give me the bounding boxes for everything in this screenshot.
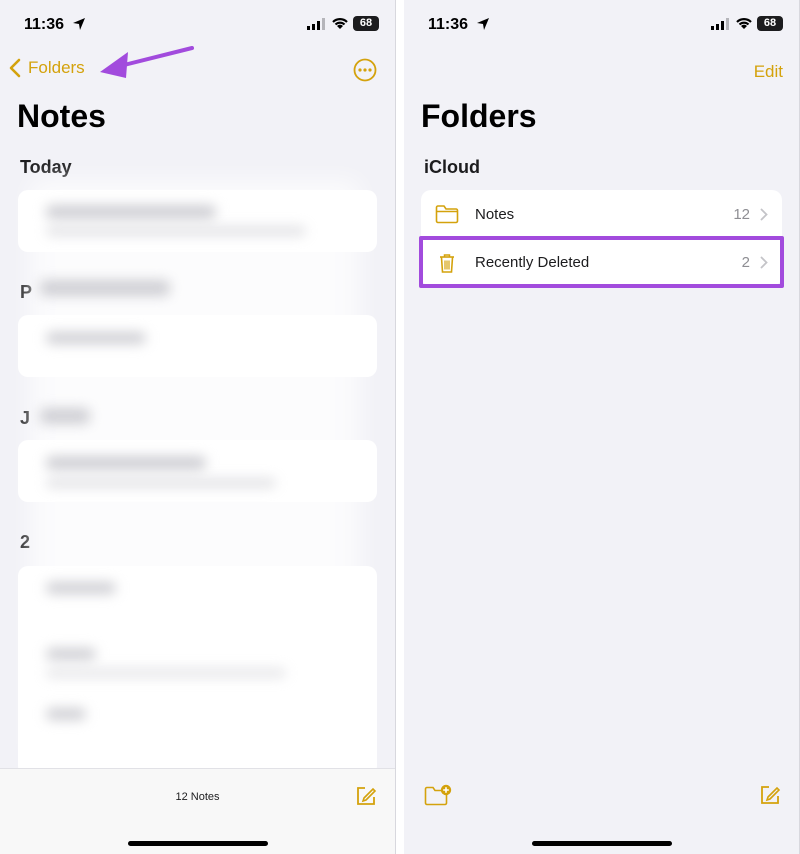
trash-icon xyxy=(440,253,454,273)
status-time: 11:36 xyxy=(24,16,65,33)
compose-icon[interactable] xyxy=(355,785,377,807)
blurred-text xyxy=(46,708,86,720)
home-indicator xyxy=(531,841,672,846)
blurred-text xyxy=(46,478,276,488)
edit-button[interactable]: Edit xyxy=(754,62,783,82)
folder-name: Recently Deleted xyxy=(475,254,590,271)
bottom-toolbar: 12 Notes xyxy=(0,768,395,854)
back-label: Folders xyxy=(28,58,85,77)
blurred-text xyxy=(40,280,170,296)
status-bar: 11:36 68 xyxy=(404,0,799,50)
wifi-icon xyxy=(736,18,752,29)
page-title: Notes xyxy=(17,98,106,134)
status-time: 11:36 xyxy=(428,16,469,33)
nav-bar: Folders xyxy=(0,50,395,90)
notes-count: 12 Notes xyxy=(175,791,220,803)
blurred-text xyxy=(46,332,146,344)
nav-bar: Edit xyxy=(404,50,799,90)
folder-icon xyxy=(435,205,459,224)
location-arrow-icon xyxy=(477,18,489,30)
compose-icon[interactable] xyxy=(759,784,781,806)
new-folder-icon[interactable] xyxy=(424,784,454,806)
blurred-text xyxy=(46,582,116,594)
blurred-text xyxy=(46,668,286,678)
home-indicator xyxy=(127,841,268,846)
folder-count: 12 xyxy=(733,205,750,223)
section-2: 2 xyxy=(20,532,31,552)
notes-list-screen: 11:36 68 Folders Notes Today P J 2 12 No… xyxy=(0,0,396,854)
more-options-icon[interactable] xyxy=(353,58,377,82)
section-j: J xyxy=(20,408,31,428)
folder-count: 2 xyxy=(741,254,750,271)
blurred-text xyxy=(46,456,206,470)
chevron-left-icon xyxy=(9,58,21,78)
blurred-text xyxy=(40,408,90,424)
bottom-toolbar xyxy=(404,768,799,854)
status-bar: 11:36 68 xyxy=(0,0,395,50)
page-title: Folders xyxy=(421,98,537,134)
section-icloud: iCloud xyxy=(424,157,480,177)
battery-indicator: 68 xyxy=(757,16,783,31)
section-today: Today xyxy=(20,157,72,177)
chevron-right-icon xyxy=(760,208,768,220)
folders-screen: 11:36 68 Edit Folders iCloud Notes 12 Re… xyxy=(404,0,800,854)
blurred-text xyxy=(46,205,216,219)
location-arrow-icon xyxy=(73,18,85,30)
annotation-arrow xyxy=(100,46,194,78)
folder-row-notes[interactable]: Notes 12 xyxy=(421,190,782,238)
folder-list: Notes 12 Recently Deleted 2 xyxy=(421,190,782,286)
battery-indicator: 68 xyxy=(353,16,379,31)
blurred-text xyxy=(46,226,306,236)
blurred-text xyxy=(46,648,96,660)
folder-name: Notes xyxy=(475,205,515,223)
back-to-folders-button[interactable]: Folders xyxy=(8,58,85,78)
folder-row-recently-deleted[interactable]: Recently Deleted 2 xyxy=(421,238,782,286)
signal-icon xyxy=(307,18,325,30)
signal-icon xyxy=(711,18,729,30)
chevron-right-icon xyxy=(760,256,768,269)
wifi-icon xyxy=(332,18,348,29)
